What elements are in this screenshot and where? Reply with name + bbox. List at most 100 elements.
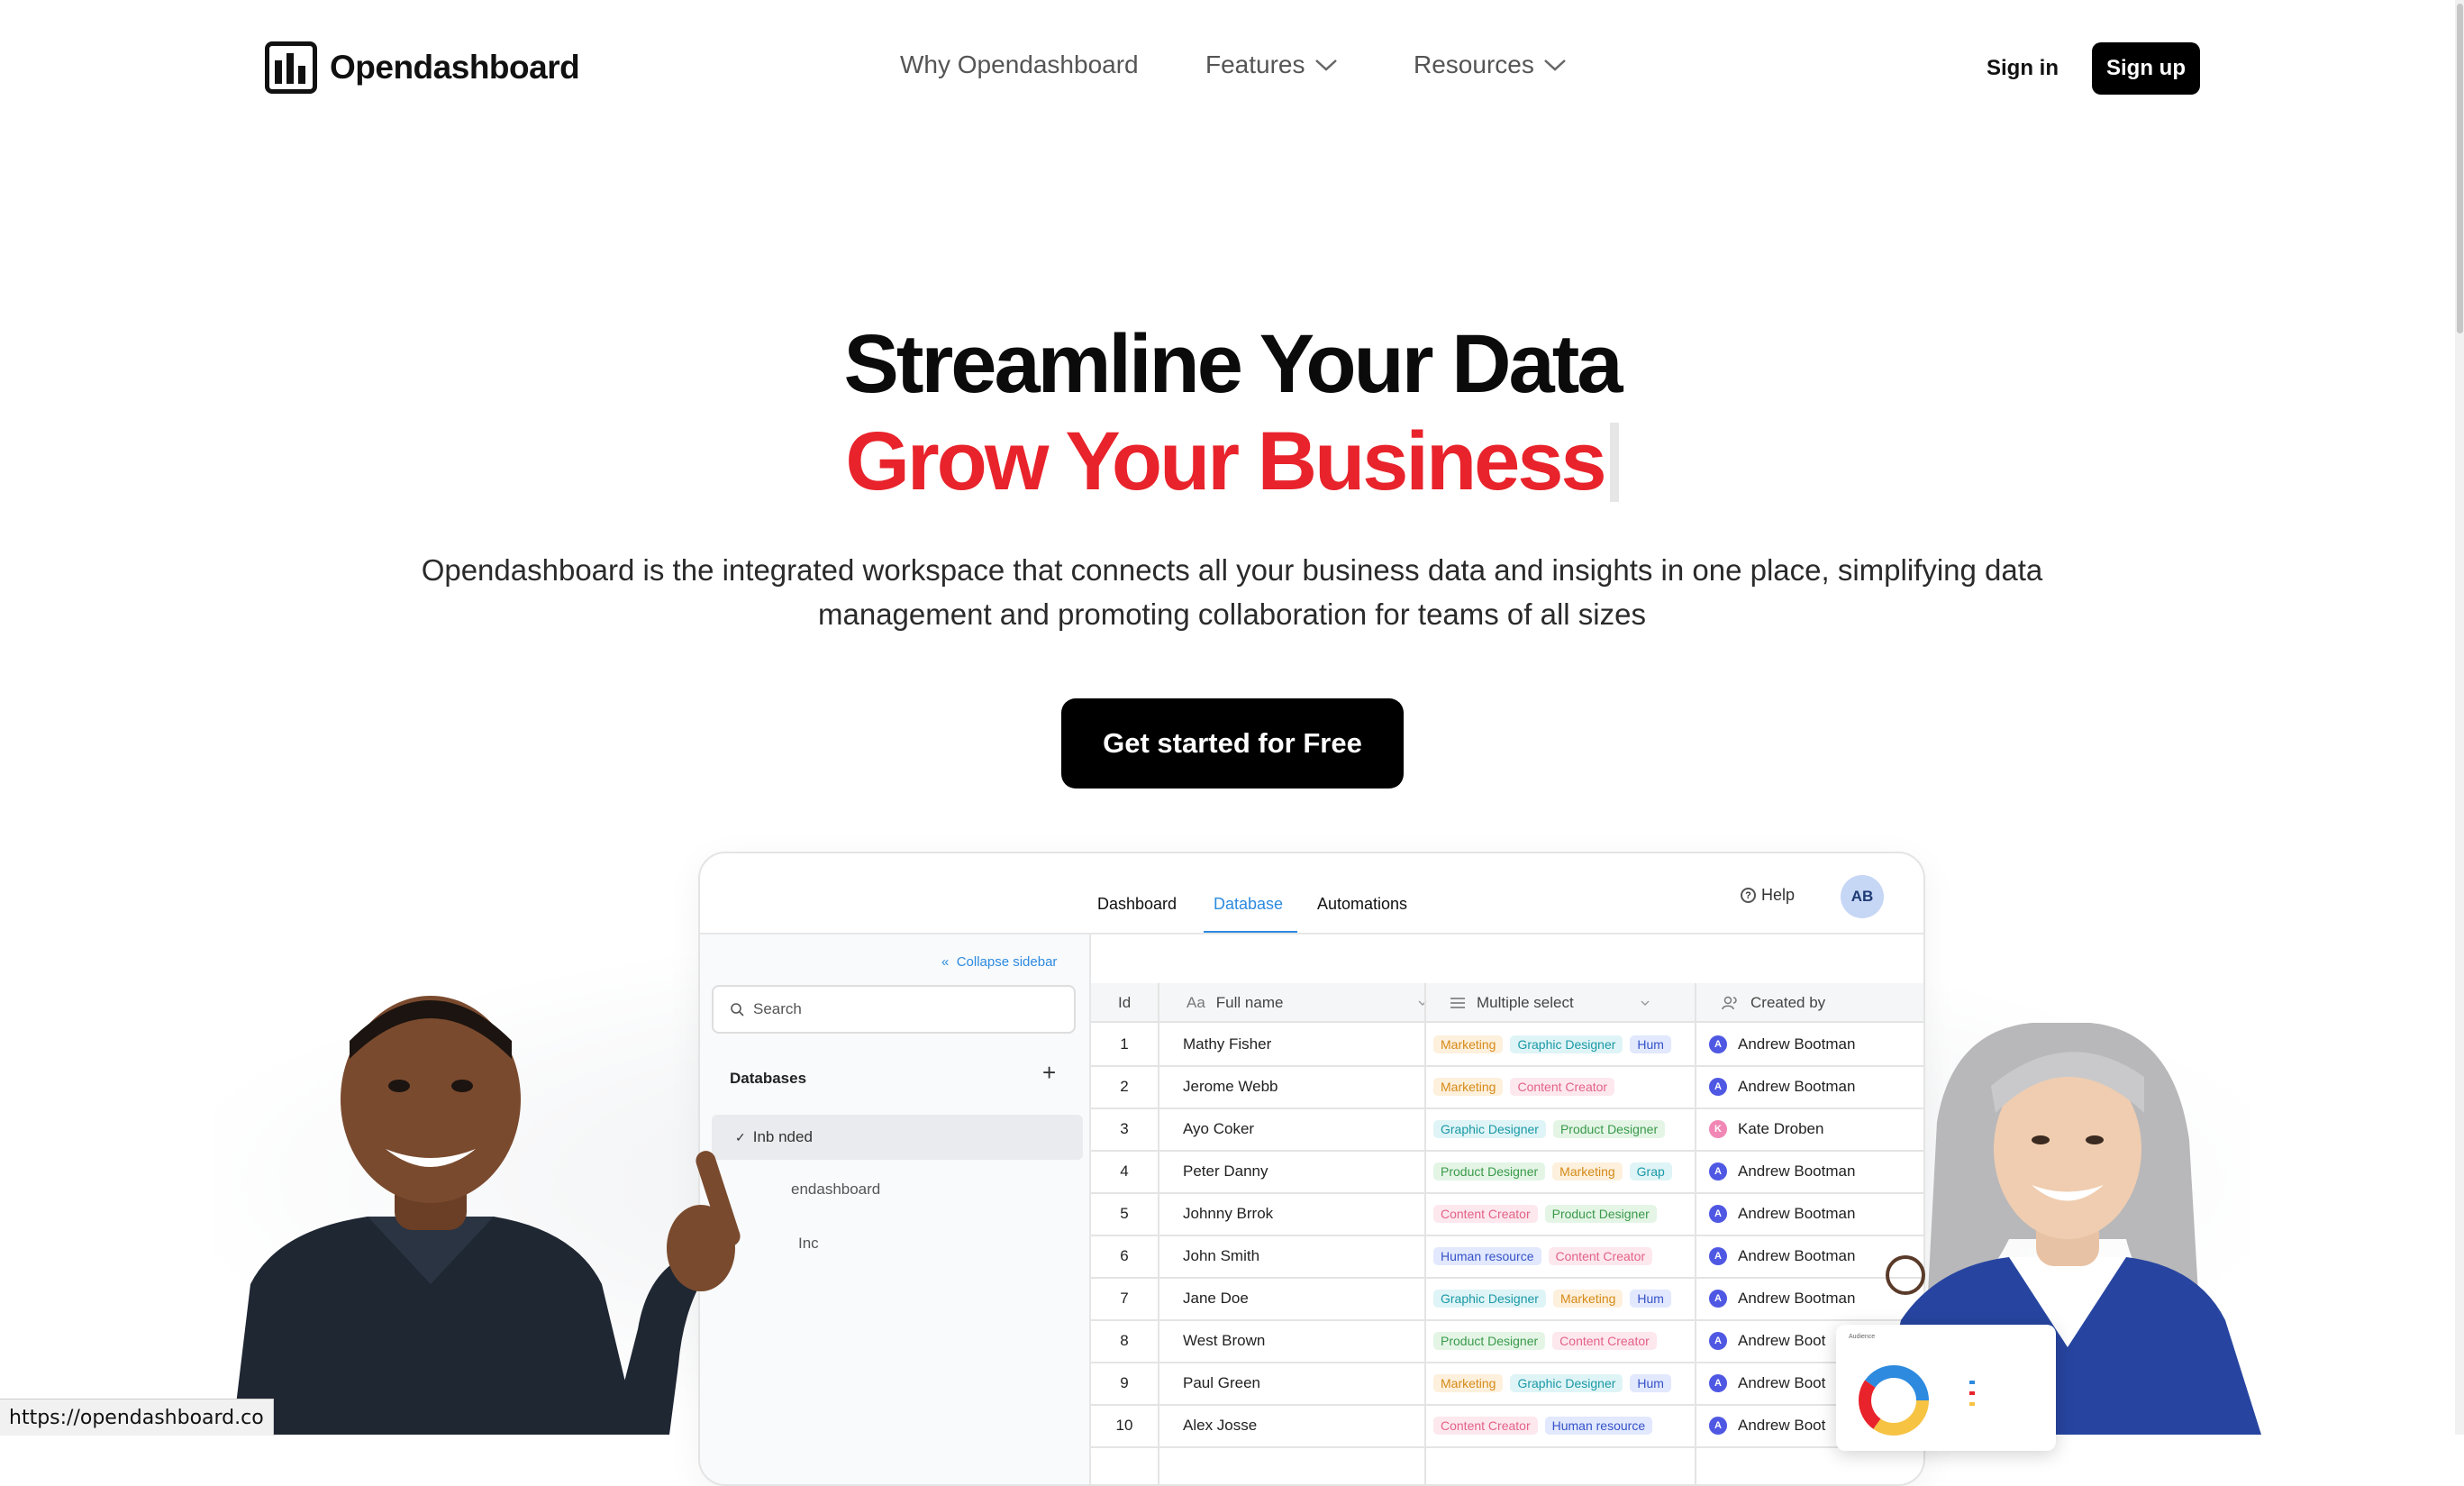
tag-chip: Product Designer (1433, 1331, 1546, 1350)
cell-full-name: Johnny Brrok (1183, 1204, 1274, 1222)
cell-full-name: Jerome Webb (1183, 1077, 1278, 1095)
cell-id: 8 (1120, 1331, 1129, 1349)
logo-icon (265, 41, 317, 94)
tab-dashboard[interactable]: Dashboard (1097, 895, 1177, 914)
legend-swatch (1969, 1402, 1975, 1406)
cell-multiple-select: Product Designer Content Creator (1433, 1319, 1695, 1362)
page-scrollbar[interactable] (2455, 0, 2464, 1435)
creator-name: Andrew Bootman (1738, 1204, 1856, 1222)
nav-why[interactable]: Why Opendashboard (900, 50, 1139, 79)
column-header-full-name-label: Full name (1215, 994, 1284, 1011)
tag-chip: Marketing (1433, 1035, 1504, 1053)
creator-avatar: A (1709, 1204, 1727, 1223)
tab-database[interactable]: Database (1214, 895, 1283, 914)
cell-full-name: Jane Doe (1183, 1289, 1249, 1307)
mini-card-title: Audience (1849, 1334, 1876, 1340)
column-header-full-name[interactable]: Aa Full name (1187, 983, 1427, 1023)
creator-avatar: K (1709, 1119, 1727, 1138)
cell-id: 7 (1120, 1289, 1129, 1307)
tag-chip: Product Designer (1552, 1119, 1666, 1138)
table-row[interactable]: 5 Johnny Brrok Content Creator Product Desi… (1091, 1192, 1923, 1236)
creator-name: Kate Droben (1738, 1119, 1824, 1137)
column-header-created-by[interactable]: Created by (1722, 983, 1825, 1023)
creator-name: Andrew Bootman (1738, 1289, 1856, 1307)
chevron-down-icon (1544, 59, 1566, 71)
creator-avatar: A (1709, 1246, 1727, 1265)
cell-id: 4 (1120, 1162, 1129, 1180)
cell-multiple-select: Marketing Content Creator (1433, 1065, 1695, 1108)
creator-avatar: A (1709, 1162, 1727, 1181)
table-row[interactable]: 1 Mathy Fisher Marketing Graphic Designer Hu… (1091, 1023, 1923, 1067)
cell-multiple-select: Marketing Graphic Designer Hum (1433, 1362, 1695, 1404)
column-header-multiple-select[interactable]: Multiple select (1450, 983, 1650, 1023)
tag-chip: Hum (1630, 1035, 1671, 1053)
table-row[interactable]: 6 John Smith Human resource Content Creator… (1091, 1235, 1923, 1279)
table-row[interactable]: 10 Alex Josse Content Creator Human resourc… (1091, 1404, 1923, 1448)
tab-automations[interactable]: Automations (1317, 895, 1407, 914)
add-database-plus-icon[interactable]: + (1042, 1059, 1056, 1087)
creator-avatar: A (1709, 1373, 1727, 1392)
tag-chip: Hum (1630, 1289, 1671, 1308)
chevron-down-icon (1641, 1000, 1650, 1006)
column-header-multiple-select-label: Multiple select (1477, 994, 1574, 1011)
table-row[interactable]: 4 Peter Danny Product Designer Marketing Gra… (1091, 1150, 1923, 1194)
creator-avatar: A (1709, 1289, 1727, 1308)
tag-chip: Product Designer (1433, 1162, 1546, 1181)
cell-full-name: Mathy Fisher (1183, 1035, 1272, 1053)
sign-in-link[interactable]: Sign in (1987, 56, 2059, 81)
cell-multiple-select: Content Creator Product Designer (1433, 1192, 1695, 1235)
cell-multiple-select: Content Creator Human resource (1433, 1404, 1695, 1446)
table-row[interactable]: 3 Ayo Coker Graphic Designer Product Design… (1091, 1108, 1923, 1152)
hero-title-line1: Streamline Your Data (843, 318, 1623, 410)
table-row[interactable]: 7 Jane Doe Graphic Designer Marketing Hum A An… (1091, 1277, 1923, 1321)
sidebar-item-label: endashboard (791, 1181, 881, 1198)
cell-full-name: Paul Green (1183, 1373, 1260, 1391)
creator-name: Andrew Boot (1738, 1331, 1826, 1349)
nav-resources-label: Resources (1414, 50, 1534, 78)
creator-avatar: A (1709, 1035, 1727, 1053)
cell-multiple-select: Graphic Designer Marketing Hum (1433, 1277, 1695, 1319)
nav-resources[interactable]: Resources (1414, 50, 1567, 79)
tag-chip: Marketing (1552, 1162, 1623, 1181)
donut-chart-icon (1859, 1365, 1929, 1436)
cell-id: 9 (1120, 1373, 1129, 1391)
help-label: Help (1761, 886, 1796, 904)
scrollbar-thumb[interactable] (2457, 4, 2463, 333)
user-avatar[interactable]: AB (1841, 875, 1884, 918)
table-row[interactable]: 9 Paul Green Marketing Graphic Designer Hum A… (1091, 1362, 1923, 1406)
get-started-button[interactable]: Get started for Free (1061, 698, 1404, 789)
sign-up-button[interactable]: Sign up (2092, 42, 2200, 95)
app-preview: Dashboard Database Automations ? Help AB… (698, 852, 1925, 1486)
cell-id: 10 (1115, 1416, 1133, 1434)
cell-full-name: Peter Danny (1183, 1162, 1268, 1180)
tag-chip: Marketing (1433, 1077, 1504, 1096)
tag-chip: Graphic Designer (1510, 1373, 1623, 1392)
man-pointing-image (232, 996, 741, 1435)
double-chevron-left-icon: « (941, 954, 950, 970)
tag-chip: Product Designer (1544, 1204, 1657, 1223)
nav-why-label: Why Opendashboard (900, 50, 1139, 78)
hero-title-line2: Grow Your Business (0, 415, 2464, 509)
collapse-sidebar-button[interactable]: « Collapse sidebar (941, 954, 1057, 970)
brand-name: Opendashboard (330, 49, 580, 86)
cell-full-name: Ayo Coker (1183, 1119, 1255, 1137)
cell-full-name: West Brown (1183, 1331, 1266, 1349)
cell-full-name: Alex Josse (1183, 1416, 1258, 1434)
hero-subtitle: Opendashboard is the integrated workspac… (421, 553, 2043, 631)
tag-chip: Graphic Designer (1433, 1119, 1546, 1138)
column-header-id[interactable]: Id (1118, 983, 1131, 1023)
cell-multiple-select: Graphic Designer Product Designer (1433, 1108, 1695, 1150)
tag-chip: Marketing (1552, 1289, 1623, 1308)
help-button[interactable]: ? Help (1741, 886, 1795, 905)
tag-chip: Marketing (1433, 1373, 1504, 1392)
cell-full-name: John Smith (1183, 1246, 1260, 1264)
list-icon (1450, 998, 1465, 1008)
table-row[interactable]: 2 Jerome Webb Marketing Content Creator A And… (1091, 1065, 1923, 1109)
brand-logo[interactable]: Opendashboard (265, 41, 580, 94)
nav-features[interactable]: Features (1205, 50, 1338, 79)
table-row[interactable]: 8 West Brown Product Designer Content Creat… (1091, 1319, 1923, 1363)
hero-title-line2-text: Grow Your Business (845, 415, 1606, 507)
legend-swatch (1969, 1391, 1975, 1395)
column-header-created-by-label: Created by (1750, 994, 1826, 1011)
tag-chip: Content Creator (1433, 1204, 1538, 1223)
